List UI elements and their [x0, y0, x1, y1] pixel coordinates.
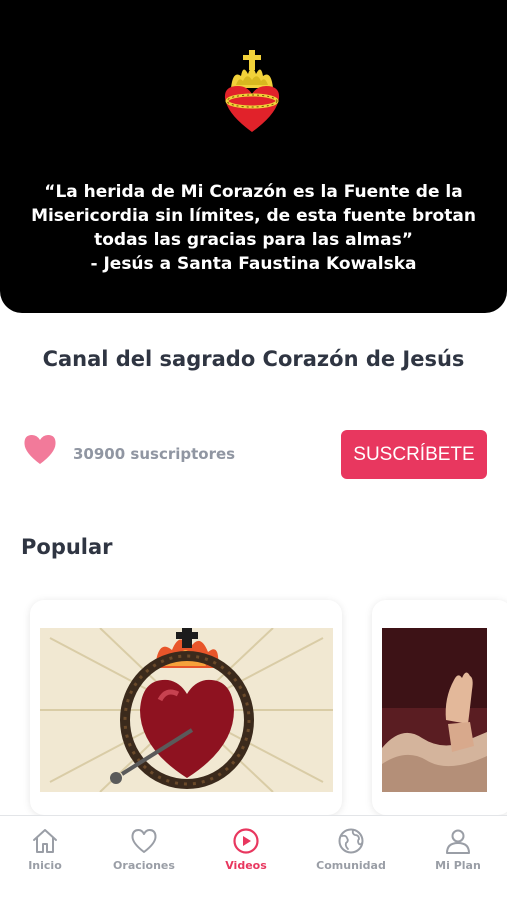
bottom-tab-bar: Inicio Oraciones Videos Comunidad Mi Pla… [0, 815, 507, 900]
tab-label: Inicio [28, 859, 62, 872]
play-circle-icon [233, 828, 259, 854]
quote-text: “La herida de Mi Corazón es la Fuente de… [20, 180, 487, 276]
video-card[interactable] [372, 600, 507, 815]
quote-attribution: - Jesús a Santa Faustina Kowalska [90, 254, 417, 274]
video-thumbnail[interactable] [40, 628, 333, 792]
tab-label: Mi Plan [435, 859, 481, 872]
sacred-heart-icon [224, 50, 280, 132]
person-icon [446, 829, 470, 854]
globe-icon [338, 828, 364, 854]
sacred-heart-with-crown-of-thorns-image [40, 628, 333, 792]
heart-outline-icon [131, 829, 157, 853]
tab-oraciones[interactable]: Oraciones [99, 816, 189, 886]
quote-line: todas las gracias para las almas” [94, 230, 413, 250]
tab-comunidad[interactable]: Comunidad [306, 816, 396, 886]
quote-line: Misericordia sin límites, de esta fuente… [31, 206, 476, 226]
video-card[interactable] [30, 600, 342, 815]
subscribe-button[interactable]: SUSCRÍBETE [341, 430, 487, 479]
tab-videos[interactable]: Videos [201, 816, 291, 886]
tab-label: Videos [225, 859, 267, 872]
home-icon [33, 829, 57, 853]
channel-title: Canal del sagrado Corazón de Jesús [42, 347, 465, 371]
channel-header: “La herida de Mi Corazón es la Fuente de… [0, 0, 507, 313]
raised-hand-painting-image [382, 628, 487, 792]
tab-label: Comunidad [316, 859, 386, 872]
heart-filled-icon[interactable] [23, 433, 57, 465]
tab-mi-plan[interactable]: Mi Plan [413, 816, 503, 886]
quote-line: “La herida de Mi Corazón es la Fuente de… [44, 182, 463, 202]
section-title-popular: Popular [21, 535, 113, 559]
subscriber-count: 30900 suscriptores [73, 445, 236, 463]
tab-inicio[interactable]: Inicio [0, 816, 90, 886]
tab-label: Oraciones [113, 859, 175, 872]
video-thumbnail[interactable] [382, 628, 487, 792]
